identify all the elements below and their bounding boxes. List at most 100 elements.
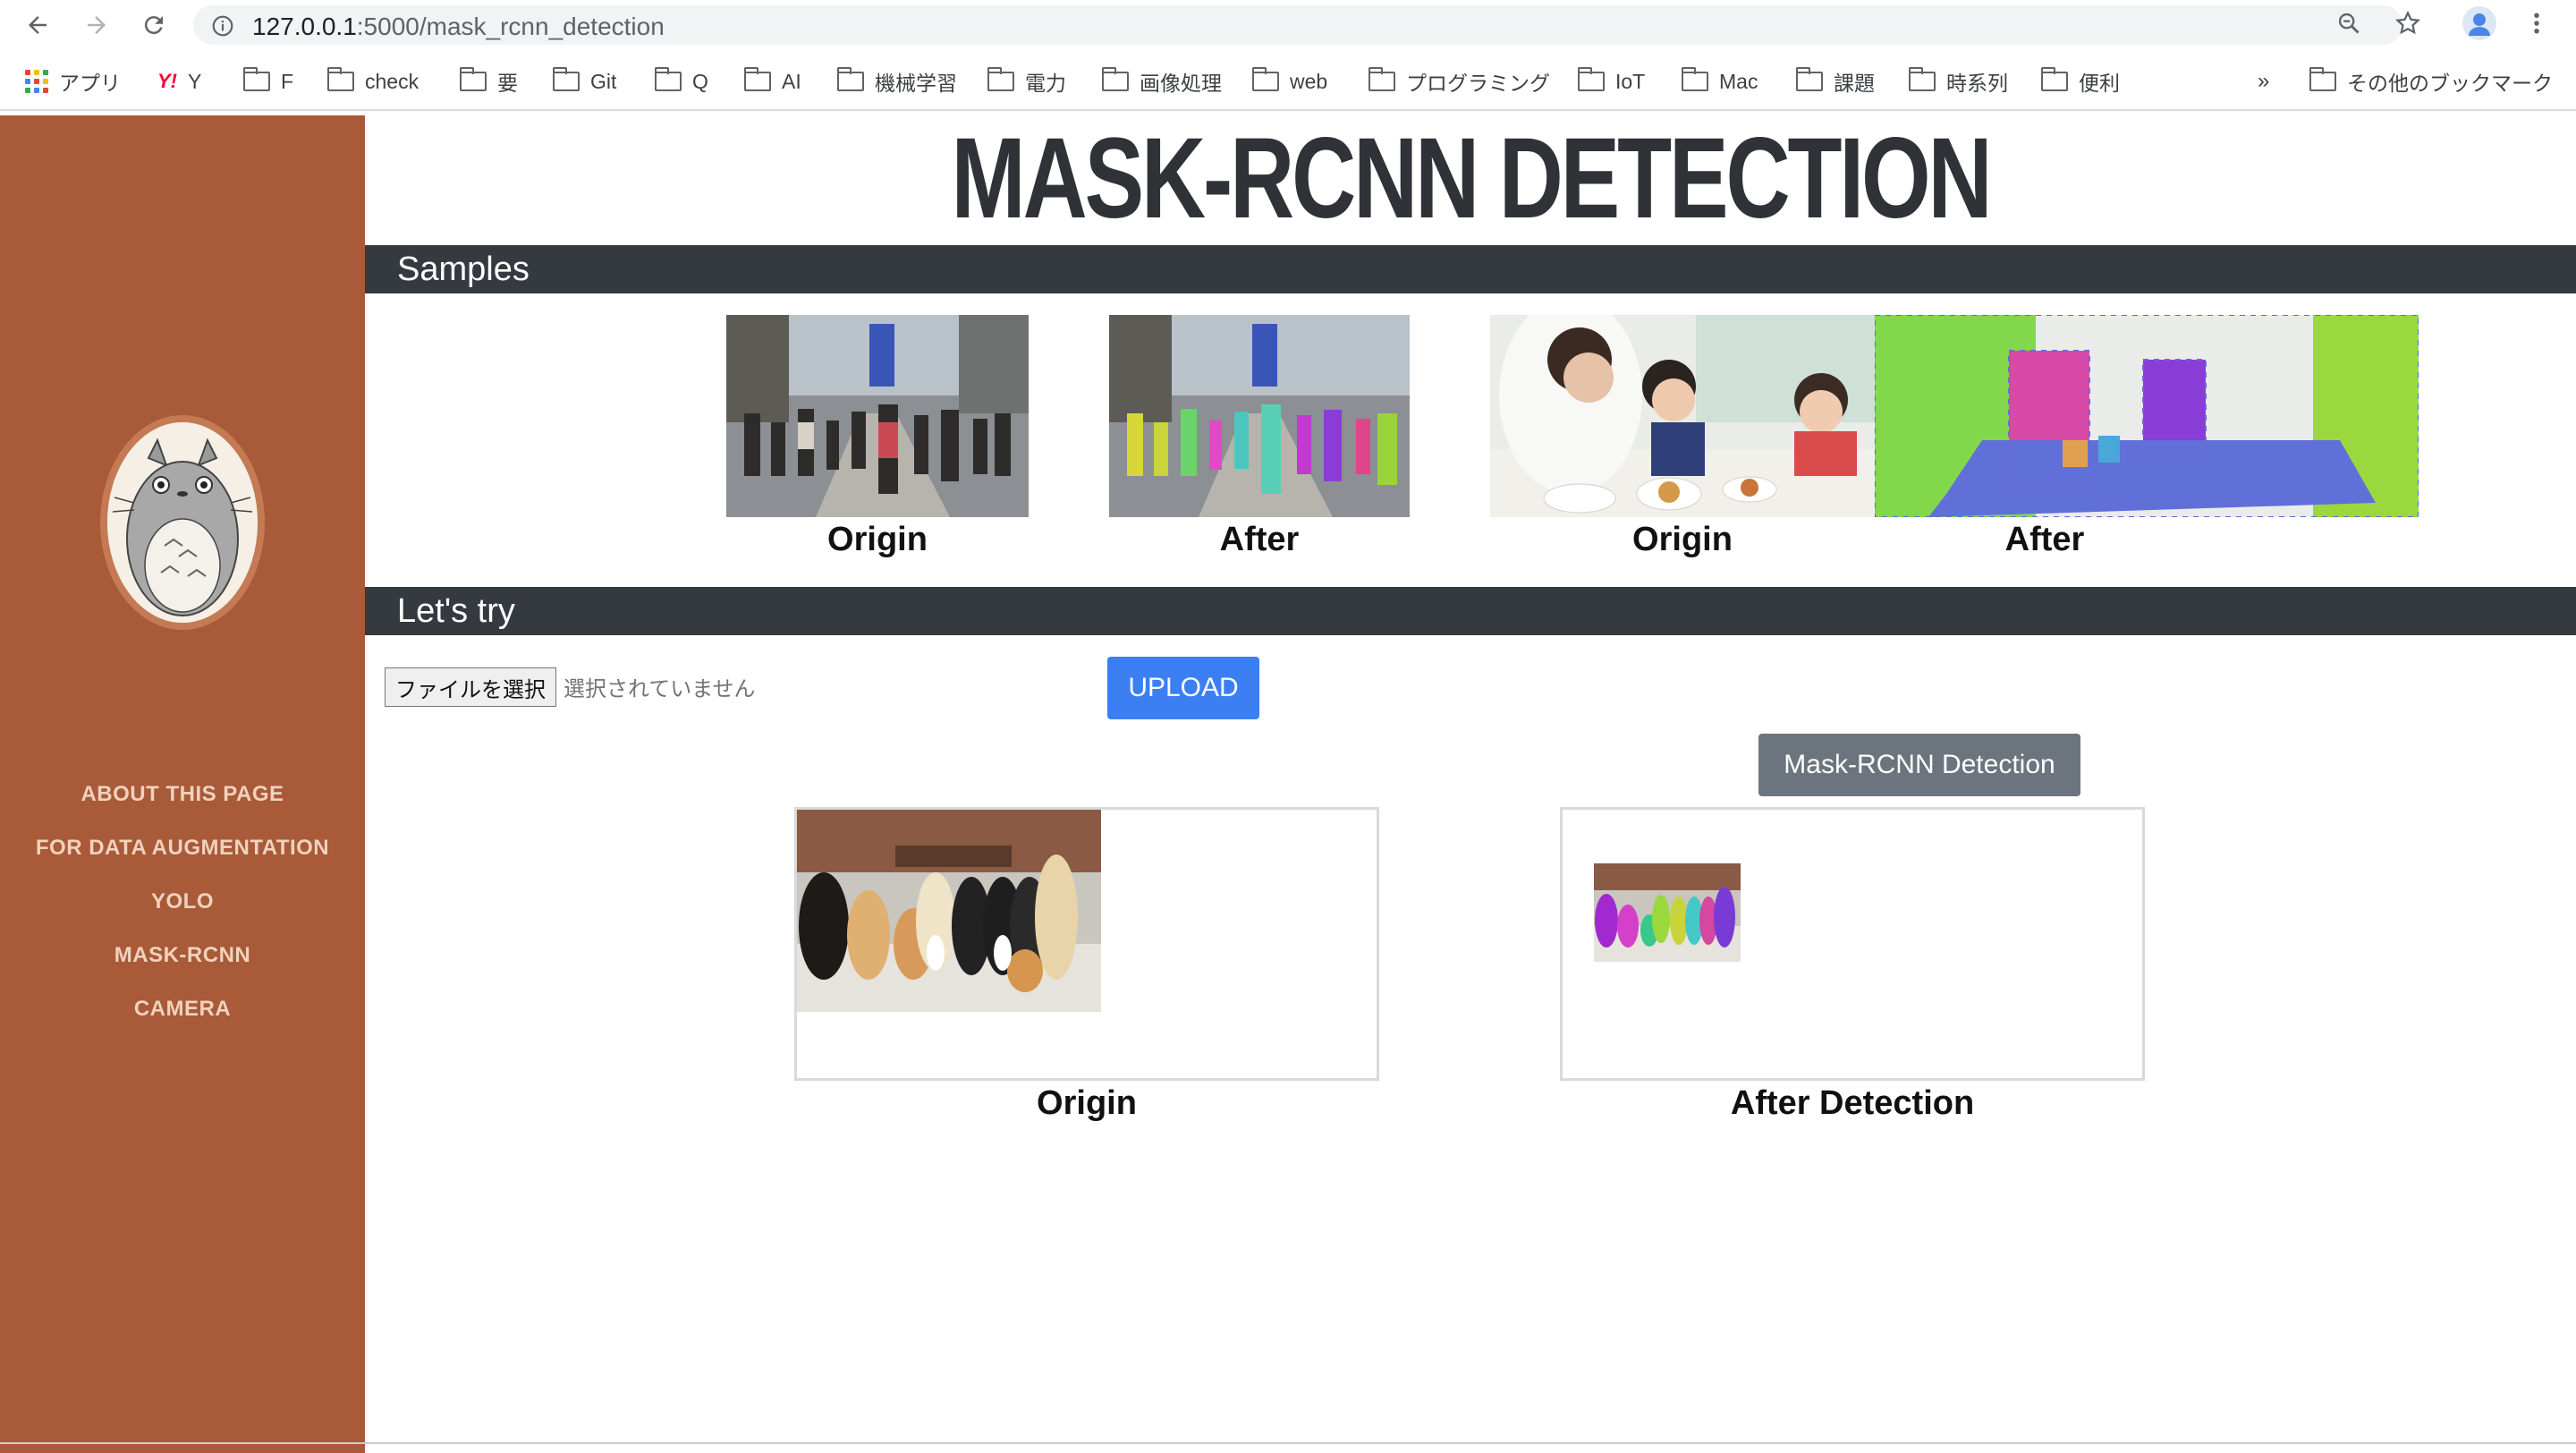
try-section-header: Let's try <box>365 587 2576 635</box>
folder-icon <box>1102 67 1129 91</box>
samples-section-header: Samples <box>365 245 2576 293</box>
folder-icon <box>2041 67 2068 91</box>
totoro-avatar <box>100 415 265 630</box>
sample-image-family-after <box>1875 315 2419 517</box>
zoom-icon <box>2338 13 2360 34</box>
bookmark-label: Y <box>188 69 202 93</box>
folder-icon <box>327 67 354 91</box>
sample-image-street-after <box>1109 315 1410 517</box>
upload-button[interactable]: UPLOAD <box>1107 657 1259 719</box>
sample-caption: After <box>1219 521 1300 558</box>
forward-button[interactable] <box>79 7 114 43</box>
bookmarks-overflow-button[interactable]: » <box>2258 66 2269 97</box>
folder-icon <box>1252 67 1279 91</box>
sidebar-item-camera[interactable]: CAMERA <box>0 997 365 1022</box>
folder-icon <box>655 67 682 91</box>
bookmark-label: Q <box>692 69 708 93</box>
zoom-button[interactable] <box>2333 7 2365 39</box>
bookmark-folder[interactable]: Mac <box>1682 66 1758 97</box>
overflow-chevron-icon: » <box>2258 69 2270 93</box>
bookmark-folder[interactable]: 課題 <box>1796 66 1875 97</box>
profile-button[interactable] <box>2462 5 2497 41</box>
bookmark-label: 便利 <box>2079 72 2120 95</box>
bookmark-label: 時系列 <box>1946 72 2008 95</box>
folder-icon <box>460 67 487 91</box>
bookmarks-bar: アプリ Y! Y F check 要 Git Q AI 機械学習 電力 画像処理… <box>0 55 2576 111</box>
sample-image-street-origin <box>726 315 1029 517</box>
folder-icon <box>243 67 270 91</box>
bookmark-folder[interactable]: AI <box>744 66 801 97</box>
sidebar-item-yolo[interactable]: YOLO <box>0 889 365 914</box>
sidebar-item-mask-rcnn[interactable]: MASK-RCNN <box>0 943 365 968</box>
folder-icon <box>1578 67 1605 91</box>
folder-icon <box>1368 67 1395 91</box>
bookmark-apps[interactable]: アプリ <box>25 66 121 97</box>
bookmark-label: 機械学習 <box>875 72 957 95</box>
menu-button[interactable] <box>2521 7 2553 39</box>
bookmark-label: 要 <box>497 72 518 95</box>
sidebar-item-data-augmentation[interactable]: FOR DATA AUGMENTATION <box>0 836 365 861</box>
bookmark-folder[interactable]: 要 <box>460 66 518 97</box>
browser-toolbar: 127.0.0.1:5000/mask_rcnn_detection <box>0 0 2576 50</box>
origin-caption: Origin <box>1037 1084 1137 1122</box>
choose-file-button[interactable]: ファイルを選択 <box>385 667 556 707</box>
bookmark-label: Mac <box>1719 69 1758 93</box>
folder-icon <box>1682 67 1708 91</box>
kebab-menu-icon <box>2534 13 2539 34</box>
bookmark-label: 電力 <box>1025 72 1066 95</box>
mask-rcnn-detection-button[interactable]: Mask-RCNN Detection <box>1758 734 2080 796</box>
bookmark-folder[interactable]: web <box>1252 66 1327 97</box>
back-arrow-icon <box>29 16 47 34</box>
avatar-icon <box>2462 6 2496 40</box>
bookmark-folder[interactable]: Q <box>655 66 708 97</box>
after-detection-dogs-image <box>1594 863 1741 962</box>
sample-caption: After <box>2004 521 2085 558</box>
bookmark-label: AI <box>782 69 801 93</box>
bookmark-label: F <box>281 69 294 93</box>
bookmark-folder[interactable]: 電力 <box>987 66 1066 97</box>
back-button[interactable] <box>20 7 55 43</box>
bookmark-label: その他のブックマーク <box>2347 72 2553 95</box>
other-bookmarks[interactable]: その他のブックマーク <box>2309 66 2553 97</box>
bookmark-label: プログラミング <box>1406 72 1550 95</box>
bookmark-folder[interactable]: F <box>243 66 293 97</box>
bookmark-label: アプリ <box>59 72 121 95</box>
bookmark-folder[interactable]: プログラミング <box>1368 66 1550 97</box>
bookmark-label: IoT <box>1615 69 1646 93</box>
bookmark-yahoo[interactable]: Y! Y <box>157 66 201 97</box>
star-icon <box>2394 10 2421 35</box>
apps-grid-icon <box>25 70 48 93</box>
sidebar-item-about[interactable]: ABOUT THIS PAGE <box>0 782 365 807</box>
folder-icon <box>1909 67 1936 91</box>
bookmark-folder[interactable]: Git <box>553 66 616 97</box>
bookmark-folder[interactable]: 便利 <box>2041 66 2120 97</box>
origin-dogs-image <box>797 810 1101 1012</box>
bookmark-folder[interactable]: 画像処理 <box>1102 66 1222 97</box>
info-icon[interactable] <box>211 14 234 38</box>
bookmark-folder[interactable]: 機械学習 <box>837 66 957 97</box>
bookmark-star-button[interactable] <box>2392 7 2424 39</box>
bookmark-label: Git <box>590 69 617 93</box>
forward-arrow-icon <box>88 16 106 34</box>
reload-icon <box>144 16 163 35</box>
bookmark-label: 画像処理 <box>1140 72 1222 95</box>
reload-button[interactable] <box>136 7 172 43</box>
folder-icon <box>744 67 771 91</box>
yahoo-logo-icon: Y! <box>157 70 177 92</box>
bookmark-label: check <box>365 69 419 93</box>
folder-icon <box>2309 67 2336 91</box>
sample-caption: Origin <box>1632 521 1733 558</box>
page-bottom-border <box>0 1442 2576 1444</box>
folder-icon <box>837 67 864 91</box>
bookmark-folder[interactable]: IoT <box>1578 66 1645 97</box>
file-status-text: 選択されていません <box>564 677 756 701</box>
bookmark-folder[interactable]: 時系列 <box>1909 66 2008 97</box>
after-detection-caption: After Detection <box>1730 1084 1975 1122</box>
bookmark-label: web <box>1290 69 1328 93</box>
totoro-icon <box>107 422 258 623</box>
sample-image-family-origin <box>1490 315 1875 517</box>
bookmark-folder[interactable]: check <box>327 66 419 97</box>
address-bar[interactable]: 127.0.0.1:5000/mask_rcnn_detection <box>193 5 2402 45</box>
folder-icon <box>1796 67 1823 91</box>
section-title: Samples <box>397 251 530 288</box>
